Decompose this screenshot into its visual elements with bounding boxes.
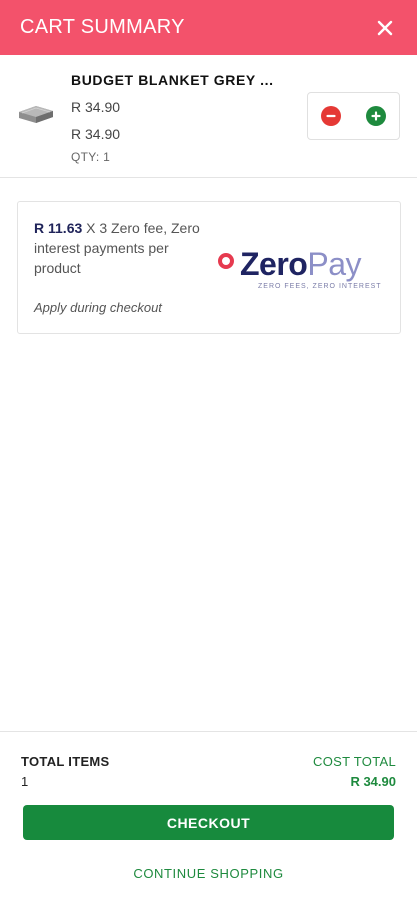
- decrease-quantity-button[interactable]: [321, 106, 341, 126]
- zeropay-promo-card: R 11.63 X 3 Zero fee, Zero interest paym…: [17, 201, 401, 334]
- cart-footer: TOTAL ITEMS 1 COST TOTAL R 34.90 CHECKOU…: [0, 731, 417, 900]
- product-quantity: QTY: 1: [71, 150, 111, 164]
- cost-total-value: R 34.90: [350, 774, 396, 789]
- zeropay-wordmark-pay: Pay: [307, 246, 361, 282]
- checkout-button[interactable]: CHECKOUT: [23, 805, 394, 840]
- continue-shopping-link[interactable]: CONTINUE SHOPPING: [0, 866, 417, 881]
- product-price: R 34.90: [71, 99, 121, 115]
- total-items-value: 1: [21, 774, 29, 789]
- close-icon: [377, 20, 393, 35]
- zeropay-wordmark-zero: Zero: [240, 246, 308, 282]
- zeropay-logo: ZeroPay ZERO FEES, ZERO INTEREST: [218, 246, 381, 292]
- product-name: BUDGET BLANKET GREY ...: [71, 72, 274, 88]
- cart-item-row: BUDGET BLANKET GREY ... R 34.90 R 34.90 …: [0, 55, 417, 178]
- increase-quantity-button[interactable]: [366, 106, 386, 126]
- zeropay-wordmark: ZeroPay: [240, 246, 361, 282]
- zeropay-installment-amount: R 11.63: [34, 220, 83, 236]
- minus-icon: [326, 114, 336, 118]
- plus-icon: [371, 111, 381, 121]
- zeropay-description: R 11.63 X 3 Zero fee, Zero interest paym…: [34, 218, 214, 278]
- product-subtotal: R 34.90: [71, 126, 121, 142]
- total-items-label: TOTAL ITEMS: [21, 754, 110, 769]
- header-bar: CART SUMMARY: [0, 0, 417, 55]
- page-title: CART SUMMARY: [20, 16, 185, 38]
- zeropay-tagline: ZERO FEES, ZERO INTEREST: [258, 283, 382, 290]
- cart-summary-screen: CART SUMMARY BUDGET BLANKET GREY ... R 3…: [0, 0, 417, 900]
- quantity-stepper: [307, 92, 400, 140]
- close-button[interactable]: [373, 16, 397, 40]
- zeropay-apply-note: Apply during checkout: [34, 300, 162, 315]
- blanket-product-image: [19, 106, 53, 123]
- cost-total-label: COST TOTAL: [313, 754, 396, 769]
- zeropay-logo-mark: [218, 253, 234, 269]
